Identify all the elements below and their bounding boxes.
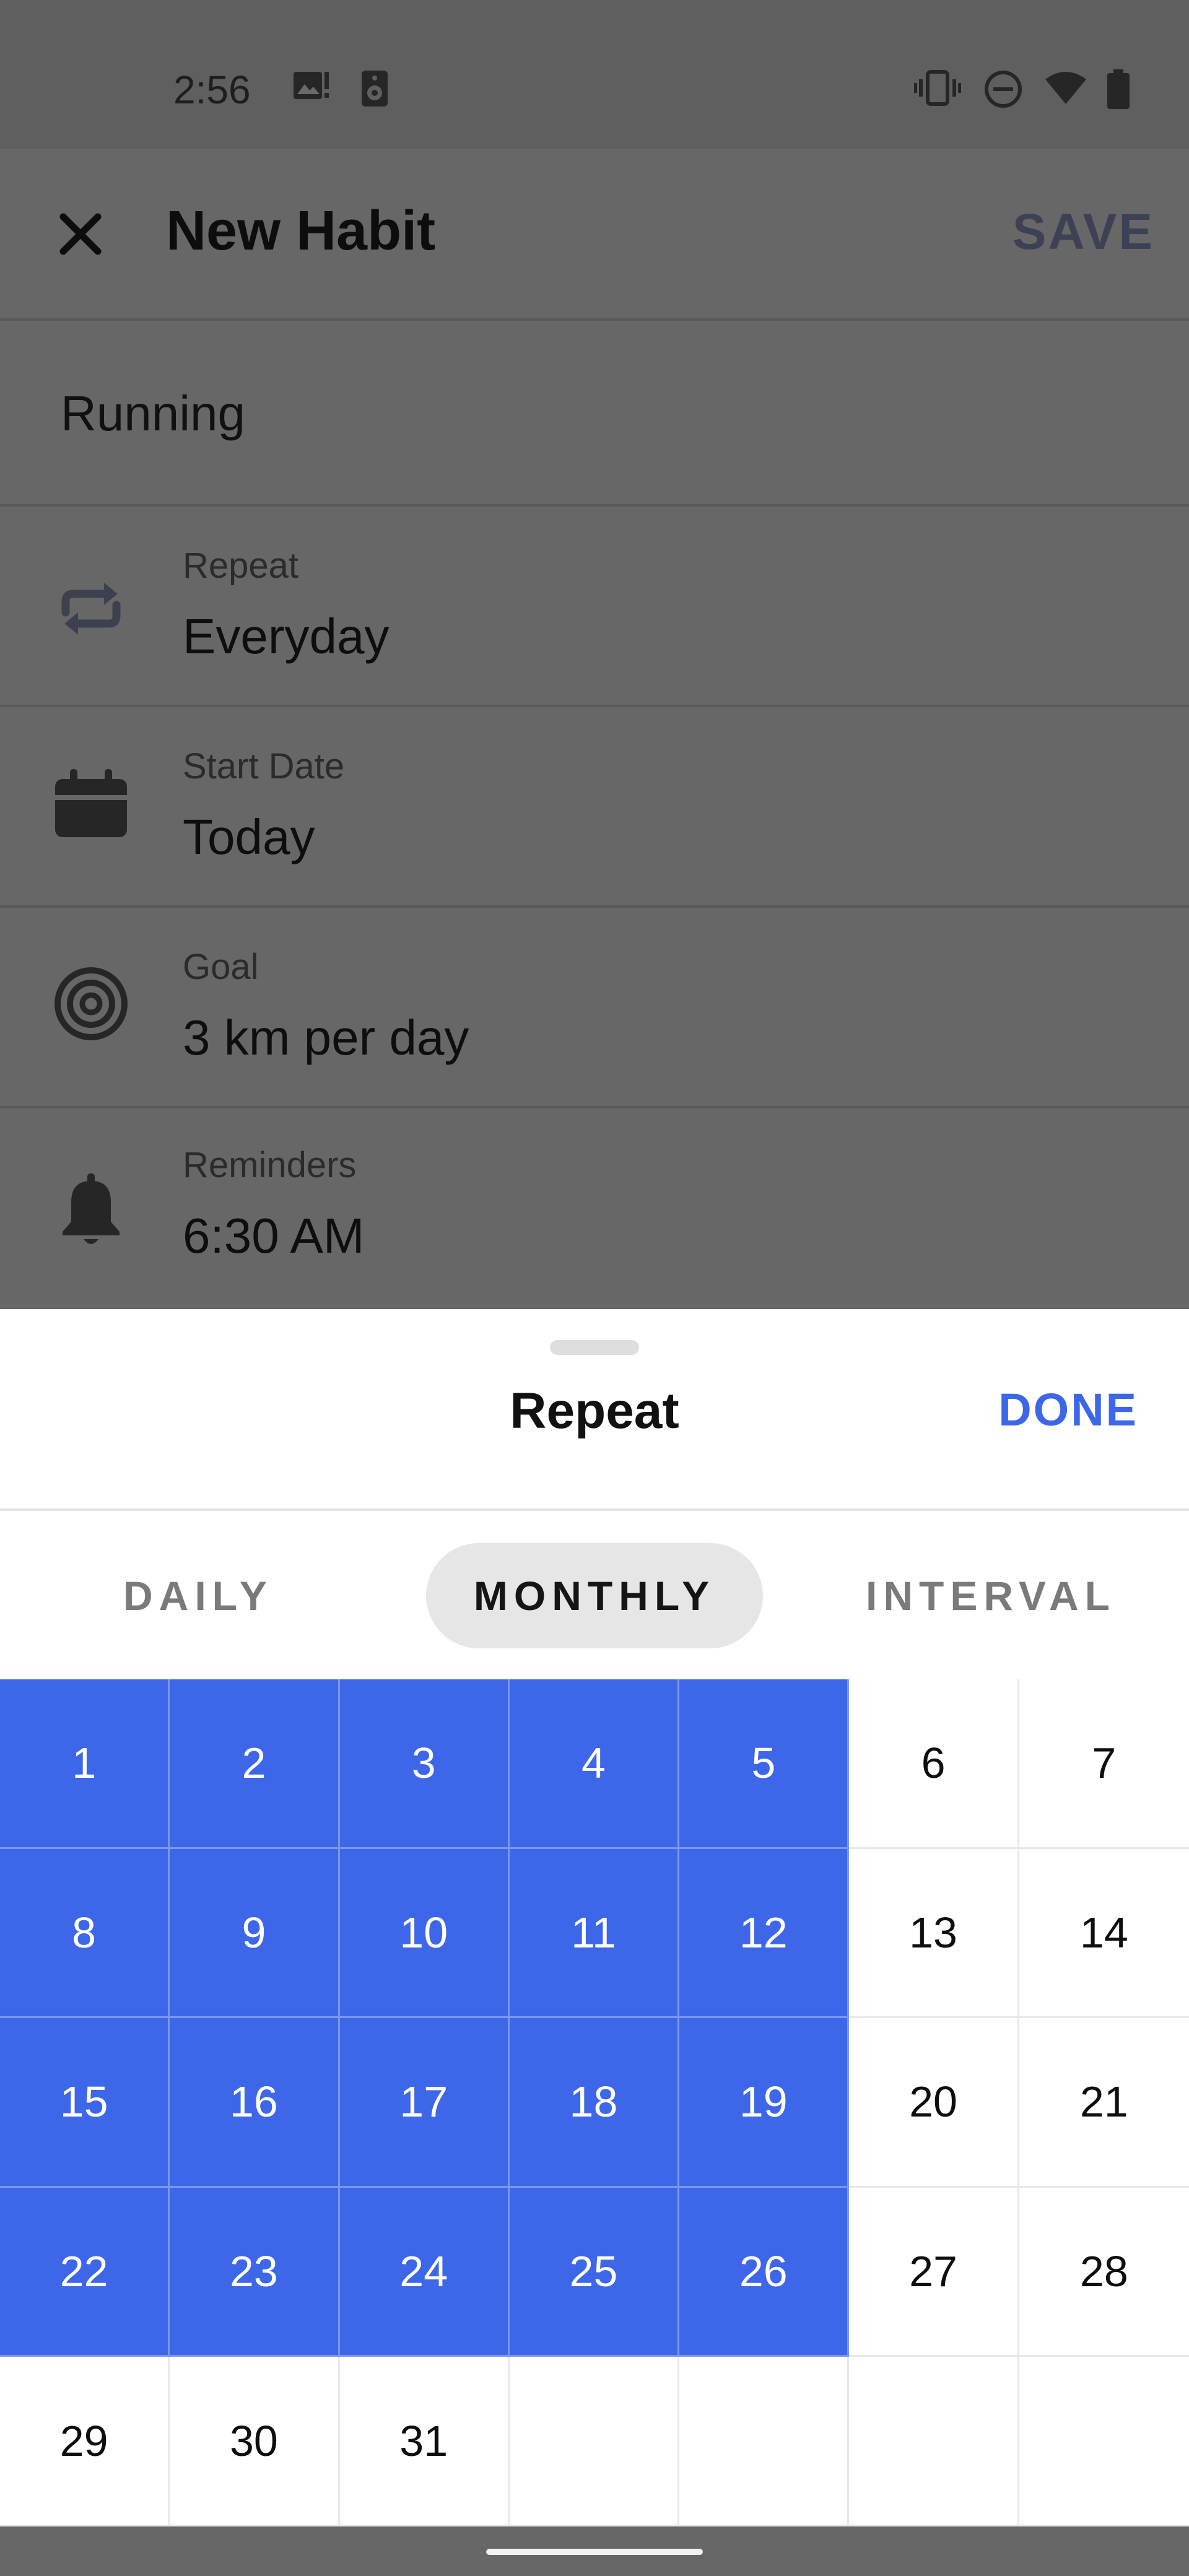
page-title: New Habit — [166, 200, 436, 262]
goal-label: Goal — [183, 947, 259, 987]
day-cell-8[interactable]: 8 — [0, 1848, 170, 2019]
day-cell-20[interactable]: 20 — [849, 2018, 1019, 2188]
repeat-bottom-sheet: Repeat DONE DAILY MONTHLY INTERVAL 12345… — [0, 1309, 1189, 2526]
day-cell-21[interactable]: 21 — [1019, 2018, 1189, 2188]
target-icon — [51, 964, 131, 1044]
start-date-row[interactable]: Start Date Today — [0, 707, 1189, 905]
divider — [0, 318, 1189, 321]
day-cell-29[interactable]: 29 — [0, 2357, 170, 2526]
repeat-value: Everyday — [183, 609, 390, 664]
day-cell-12[interactable]: 12 — [679, 1848, 850, 2019]
start-date-label: Start Date — [183, 746, 345, 786]
image-notification-icon — [292, 69, 331, 107]
day-cell-6[interactable]: 6 — [849, 1679, 1019, 1849]
habit-name-field[interactable]: Running — [61, 385, 245, 442]
battery-icon — [1106, 69, 1131, 113]
close-button[interactable] — [50, 198, 111, 272]
tab-daily[interactable]: DAILY — [105, 1543, 291, 1648]
day-cell-15[interactable]: 15 — [0, 2018, 170, 2188]
dnd-icon — [983, 69, 1023, 112]
day-cell-4[interactable]: 4 — [509, 1679, 680, 1849]
wifi-icon — [1044, 69, 1087, 110]
bell-icon — [51, 1170, 131, 1251]
day-cell-10[interactable]: 10 — [339, 1848, 510, 2019]
day-cell-14[interactable]: 14 — [1019, 1848, 1189, 2019]
day-cell-23[interactable]: 23 — [170, 2187, 340, 2357]
repeat-label: Repeat — [183, 546, 299, 586]
reminders-label: Reminders — [183, 1145, 357, 1185]
day-cell-7[interactable]: 7 — [1019, 1679, 1189, 1849]
day-cell-27[interactable]: 27 — [849, 2187, 1019, 2357]
day-cell-13[interactable]: 13 — [849, 1848, 1019, 2019]
tab-monthly[interactable]: MONTHLY — [426, 1543, 763, 1648]
start-date-value: Today — [183, 809, 315, 864]
save-button[interactable]: SAVE — [1013, 203, 1154, 261]
day-cell-2[interactable]: 2 — [170, 1679, 340, 1849]
reminders-value: 6:30 AM — [183, 1208, 365, 1263]
reminders-row[interactable]: Reminders 6:30 AM — [0, 1108, 1189, 1307]
day-cell-16[interactable]: 16 — [170, 2018, 340, 2188]
day-cell-17[interactable]: 17 — [339, 2018, 510, 2188]
day-cell-28[interactable]: 28 — [1019, 2187, 1189, 2357]
day-cell-9[interactable]: 9 — [170, 1848, 340, 2019]
goal-row[interactable]: Goal 3 km per day — [0, 908, 1189, 1106]
day-cell-5[interactable]: 5 — [679, 1679, 850, 1849]
status-bar: 2:56 — [0, 0, 1189, 149]
day-cell-11[interactable]: 11 — [509, 1848, 680, 2019]
calendar-icon — [51, 763, 131, 843]
day-cell-31[interactable]: 31 — [339, 2357, 510, 2526]
repeat-icon — [51, 568, 131, 649]
day-cell-3[interactable]: 3 — [339, 1679, 510, 1849]
vibrate-icon — [914, 69, 961, 110]
status-time: 2:56 — [173, 67, 251, 112]
divider — [0, 1508, 1189, 1511]
empty-cell — [509, 2357, 680, 2526]
speaker-icon — [360, 69, 389, 111]
day-of-month-grid: 1 2 3 4 5 6 7 8 9 10 11 12 13 14 15 16 17 18 19 20 21 22 23 24 2… — [0, 1679, 1189, 2526]
day-cell-22[interactable]: 22 — [0, 2187, 170, 2357]
day-cell-26[interactable]: 26 — [679, 2187, 850, 2357]
day-cell-19[interactable]: 19 — [679, 2018, 850, 2188]
close-icon — [58, 212, 103, 259]
navigation-bar — [0, 2526, 1189, 2576]
empty-cell — [1019, 2357, 1189, 2526]
day-cell-25[interactable]: 25 — [509, 2187, 680, 2357]
done-button[interactable]: DONE — [998, 1383, 1138, 1436]
empty-cell — [849, 2357, 1019, 2526]
repeat-row[interactable]: Repeat Everyday — [0, 507, 1189, 705]
day-cell-18[interactable]: 18 — [509, 2018, 680, 2188]
day-cell-24[interactable]: 24 — [339, 2187, 510, 2357]
day-cell-1[interactable]: 1 — [0, 1679, 170, 1849]
home-gesture-bar[interactable] — [486, 2549, 703, 2555]
day-cell-30[interactable]: 30 — [170, 2357, 340, 2526]
drag-handle[interactable] — [550, 1340, 639, 1355]
empty-cell — [679, 2357, 850, 2526]
goal-value: 3 km per day — [183, 1010, 469, 1065]
tab-interval[interactable]: INTERVAL — [866, 1543, 1110, 1648]
